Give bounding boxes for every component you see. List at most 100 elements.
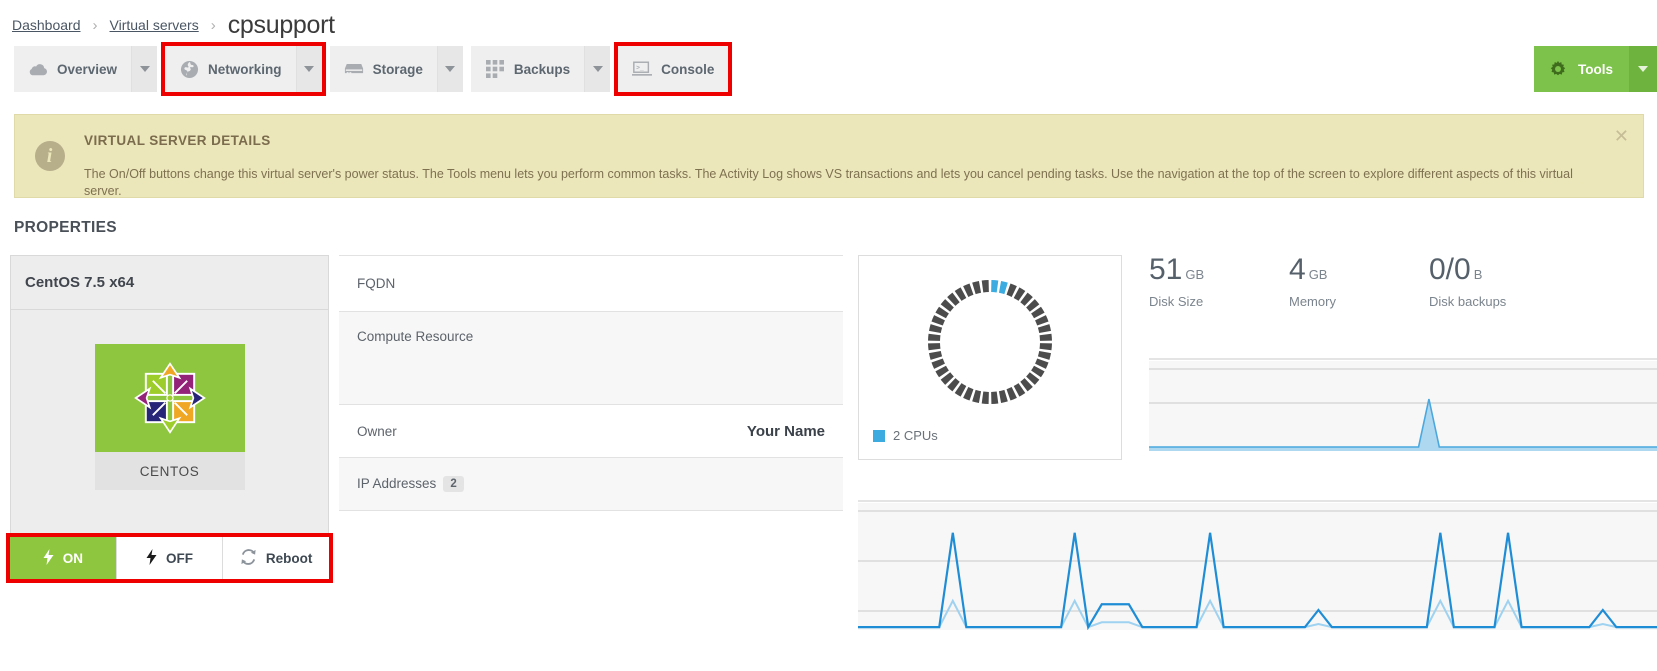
refresh-icon <box>240 548 257 568</box>
nav-item-console[interactable]: >_ Console <box>618 46 729 92</box>
bandwidth-sparkline-chart <box>1149 341 1657 451</box>
donut-svg <box>928 280 1052 404</box>
breadcrumb-separator: › <box>92 17 98 34</box>
nav-item-backups[interactable]: Backups <box>470 46 585 92</box>
stat-disk-backups-unit: B <box>1473 267 1483 282</box>
detail-row-owner[interactable]: Owner Your Name <box>339 405 843 458</box>
nav-group-overview: Overview <box>14 46 158 92</box>
detail-label-fqdn: FQDN <box>357 276 396 291</box>
bandwidth-sparkline-svg <box>1149 358 1657 451</box>
breadcrumb-link-dashboard[interactable]: Dashboard <box>12 17 81 33</box>
power-on-button[interactable]: ON <box>10 537 117 579</box>
cpu-usage-svg <box>858 500 1657 630</box>
centos-logo <box>94 344 245 452</box>
donut-segment <box>998 389 1008 404</box>
donut-segment <box>1006 283 1017 297</box>
stat-disk-size-unit: GB <box>1185 267 1205 282</box>
power-off-label: OFF <box>166 550 193 566</box>
donut-segment <box>931 358 945 369</box>
cloud-icon <box>28 59 48 79</box>
reboot-button[interactable]: Reboot <box>223 537 330 579</box>
nav-item-storage[interactable]: Storage <box>329 46 437 92</box>
cpu-legend: 2 CPUs <box>859 414 1121 443</box>
donut-segment <box>981 391 989 404</box>
reboot-label: Reboot <box>265 550 313 566</box>
stat-disk-backups-label: Disk backups <box>1429 294 1507 309</box>
stat-memory-value: 4 <box>1289 253 1306 286</box>
virtual-server-details-alert: i VIRTUAL SERVER DETAILS The On/Off butt… <box>14 114 1644 198</box>
donut-segment <box>1035 358 1049 369</box>
chevron-down-icon <box>1638 66 1648 72</box>
tools-group: Tools <box>1534 46 1657 92</box>
legend-swatch <box>873 429 885 442</box>
grid-icon <box>485 59 505 79</box>
chevron-down-icon <box>304 66 315 72</box>
stat-disk-size: 51 GB Disk Size <box>1149 255 1289 310</box>
stat-memory: 4 GB Memory <box>1289 253 1429 310</box>
nav-item-backups-label: Backups <box>513 61 571 77</box>
nav-caret-storage[interactable] <box>436 46 463 92</box>
donut-segment <box>931 315 945 326</box>
detail-row-ip-addresses[interactable]: IP Addresses 2 <box>339 458 843 511</box>
nav-group-networking: Networking <box>161 42 326 96</box>
nav-item-networking[interactable]: Networking <box>165 46 296 92</box>
nav-caret-networking[interactable] <box>295 46 322 92</box>
donut-segment <box>963 387 974 401</box>
breadcrumb-separator-2: › <box>210 17 216 34</box>
virtual-server-page: Dashboard › Virtual servers › cpsupport … <box>0 0 1657 671</box>
properties-heading: PROPERTIES <box>14 219 117 236</box>
info-icon: i <box>15 115 84 171</box>
detail-value-owner: Your Name <box>746 422 825 440</box>
donut-segment <box>972 280 982 295</box>
main-navigation: Overview Networking Storage Backups >_ C… <box>14 42 736 96</box>
power-controls: ON OFF Reboot <box>6 533 333 583</box>
svg-text:>_: >_ <box>636 64 644 71</box>
donut-segment <box>998 280 1008 295</box>
donut-segment <box>928 324 943 334</box>
nav-item-overview[interactable]: Overview <box>14 46 132 92</box>
stats-panel: 51 GB Disk Size 4 GB Memory 0/0 B Disk back… <box>1139 253 1657 310</box>
detail-row-fqdn[interactable]: FQDN <box>339 255 843 312</box>
donut-segment <box>1035 315 1049 326</box>
stat-disk-size-value-wrap: 51 GB <box>1149 255 1289 285</box>
donut-segment <box>1039 333 1052 341</box>
donut-segment <box>1037 324 1052 334</box>
stat-disk-size-label: Disk Size <box>1149 294 1204 309</box>
donut-segment <box>1037 350 1052 360</box>
cpu-usage-chart <box>858 475 1657 630</box>
detail-row-compute-resource[interactable]: Compute Resource <box>339 312 843 405</box>
donut-segment <box>981 280 989 293</box>
stat-disk-backups: 0/0 B Disk backups <box>1429 253 1569 310</box>
tools-button[interactable]: Tools <box>1534 46 1629 92</box>
donut-segment <box>1039 343 1052 351</box>
chevron-down-icon <box>445 66 456 72</box>
cpu-legend-label: 2 CPUs <box>893 428 938 443</box>
bolt-icon <box>146 548 157 568</box>
stat-disk-size-value: 51 <box>1149 253 1183 286</box>
stat-disk-backups-value: 0/0 <box>1429 253 1471 286</box>
stat-memory-label: Memory <box>1289 294 1336 309</box>
nav-group-backups: Backups <box>470 46 611 92</box>
nav-item-console-label: Console <box>661 61 715 77</box>
info-icon-glyph: i <box>34 141 65 171</box>
cpu-card: 2 CPUs <box>858 255 1122 460</box>
detail-label-ip-addresses-wrap: IP Addresses 2 <box>357 475 464 493</box>
nav-caret-backups[interactable] <box>584 46 611 92</box>
close-icon[interactable]: ✕ <box>1614 127 1629 145</box>
donut-segment <box>963 283 974 297</box>
donut-segment <box>972 389 982 404</box>
power-off-button[interactable]: OFF <box>116 537 224 579</box>
tools-caret[interactable] <box>1629 46 1657 92</box>
stat-memory-unit: GB <box>1308 267 1328 282</box>
alert-title: VIRTUAL SERVER DETAILS <box>84 133 271 148</box>
stats-row: 51 GB Disk Size 4 GB Memory 0/0 B Disk back… <box>1139 253 1657 310</box>
breadcrumb-link-virtual-servers[interactable]: Virtual servers <box>110 17 199 33</box>
alert-body: VIRTUAL SERVER DETAILS The On/Off button… <box>84 115 1643 200</box>
nav-group-storage: Storage <box>329 46 463 92</box>
os-tile[interactable]: CENTOS <box>94 344 245 490</box>
nav-caret-overview[interactable] <box>131 46 158 92</box>
breadcrumb: Dashboard › Virtual servers › cpsupport <box>12 8 335 39</box>
chart-plot-background <box>1149 361 1657 451</box>
details-list: FQDN Compute Resource Owner Your Name IP… <box>339 255 843 511</box>
detail-label-ip-addresses: IP Addresses <box>357 475 437 491</box>
